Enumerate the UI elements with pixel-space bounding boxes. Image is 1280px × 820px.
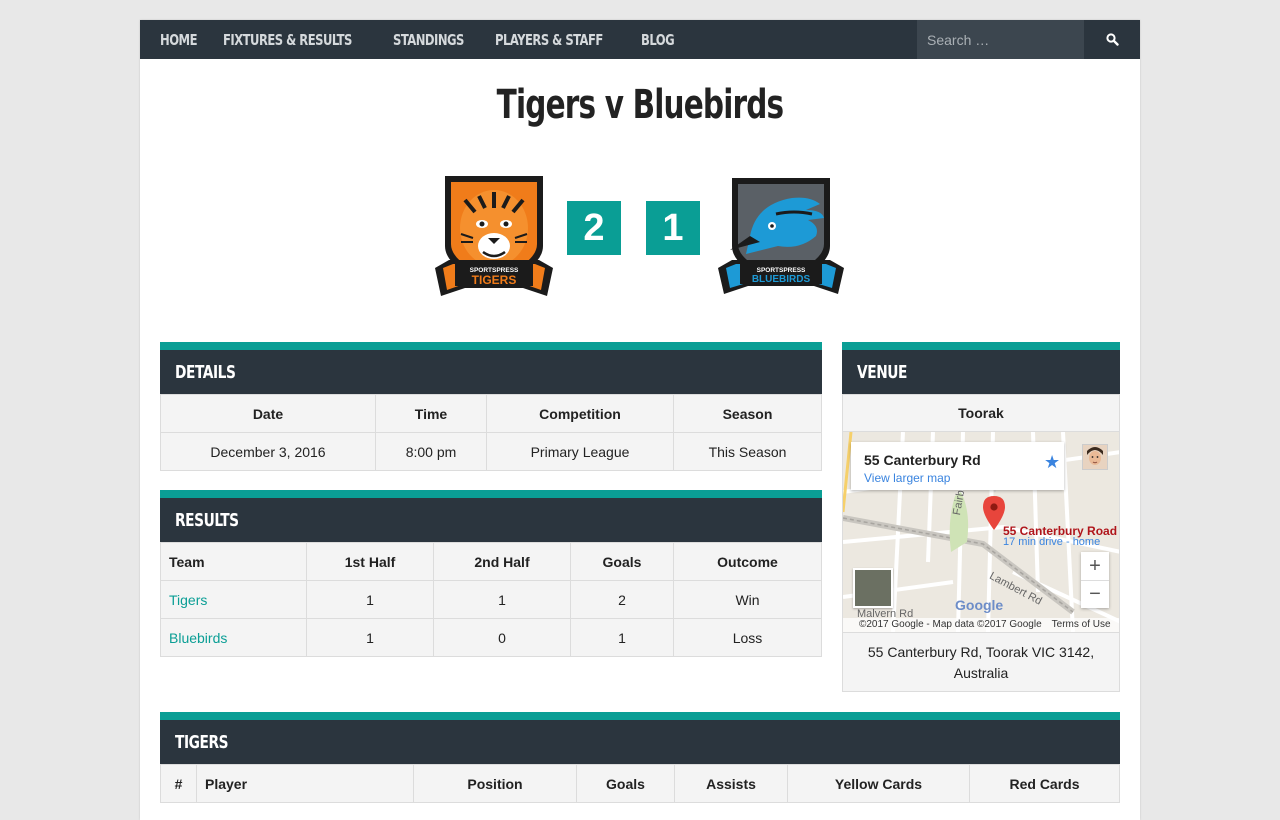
satellite-toggle[interactable]	[853, 568, 893, 608]
terms-of-use-link[interactable]: Terms of Use	[1052, 619, 1111, 630]
team-link-tigers[interactable]: Tigers	[169, 592, 207, 608]
results-outcome: Win	[673, 580, 822, 619]
bluebirds-logo-top-text: SPORTSPRESS	[757, 267, 806, 274]
map-pin-directions[interactable]: 17 min drive - home	[1003, 536, 1100, 548]
tigers-lineup-section: Tigers # Player Position Goals Assists Y…	[160, 712, 1120, 803]
results-row-tigers: Tigers 1 1 2 Win	[160, 580, 822, 619]
tigers-logo-name-text: TIGERS	[472, 273, 517, 287]
nav-item-standings[interactable]: Standings	[393, 31, 464, 49]
nav-menu: Home Fixtures & Results Standings Player…	[140, 20, 699, 59]
lineup-col-number: #	[160, 764, 197, 803]
nav-item-fixtures-results[interactable]: Fixtures & Results	[223, 31, 352, 49]
details-heading: Details	[160, 342, 822, 394]
details-row: December 3, 2016 8:00 pm Primary League …	[160, 432, 822, 471]
bluebirds-logo-name-text: BLUEBIRDS	[752, 274, 811, 285]
google-logo: Google	[955, 597, 1004, 613]
results-goals: 1	[570, 618, 674, 657]
details-heading-text: Details	[175, 361, 236, 383]
details-col-time: Time	[375, 394, 487, 433]
map-avatar[interactable]	[1082, 444, 1108, 470]
zoom-in-button[interactable]: +	[1081, 552, 1109, 580]
lineup-col-assists: Assists	[674, 764, 788, 803]
map-attribution: ©2017 Google - Map data ©2017 Google	[859, 619, 1042, 630]
results-2nd-half: 0	[433, 618, 571, 657]
zoom-out-button[interactable]: −	[1081, 580, 1109, 608]
away-score: 1	[646, 201, 700, 255]
venue-section: Venue Toorak	[842, 342, 1120, 692]
view-larger-map-link[interactable]: View larger map	[864, 471, 950, 485]
results-team-cell: Tigers	[160, 580, 307, 619]
bluebirds-logo[interactable]: SPORTSPRESS BLUEBIRDS	[716, 170, 846, 296]
results-col-1st-half: 1st Half	[306, 542, 434, 581]
tigers-logo[interactable]: SPORTSPRESS TIGERS	[435, 168, 553, 298]
results-row-bluebirds: Bluebirds 1 0 1 Loss	[160, 618, 822, 657]
nav-item-home[interactable]: Home	[160, 31, 198, 49]
results-table: Team 1st Half 2nd Half Goals Outcome Tig…	[160, 542, 822, 657]
map-pin-icon[interactable]	[983, 496, 1005, 530]
map-card-title: 55 Canterbury Rd	[864, 452, 981, 468]
bluebird-crest-icon: SPORTSPRESS BLUEBIRDS	[718, 178, 844, 294]
results-outcome: Loss	[673, 618, 822, 657]
details-col-season: Season	[673, 394, 822, 433]
event-title: Tigers v Bluebirds	[496, 82, 784, 128]
results-header-row: Team 1st Half 2nd Half Goals Outcome	[160, 542, 822, 581]
results-heading-text: Results	[175, 509, 239, 531]
details-competition: Primary League	[486, 432, 674, 471]
lineup-col-goals: Goals	[576, 764, 675, 803]
venue-address: 55 Canterbury Rd, Toorak VIC 3142, Austr…	[842, 632, 1120, 692]
results-2nd-half: 1	[433, 580, 571, 619]
lineup-col-red-cards: Red Cards	[969, 764, 1120, 803]
lineup-col-player: Player	[196, 764, 414, 803]
venue-heading-text: Venue	[857, 361, 908, 383]
details-season: This Season	[673, 432, 822, 471]
results-col-team: Team	[160, 542, 307, 581]
venue-name: Toorak	[842, 394, 1120, 432]
results-col-goals: Goals	[570, 542, 674, 581]
nav-search	[917, 20, 1140, 59]
details-header-row: Date Time Competition Season	[160, 394, 822, 433]
lineup-header-row: # Player Position Goals Assists Yellow C…	[160, 764, 1120, 803]
results-heading: Results	[160, 490, 822, 542]
details-time: 8:00 pm	[375, 432, 487, 471]
results-1st-half: 1	[306, 580, 434, 619]
team-link-bluebirds[interactable]: Bluebirds	[169, 630, 227, 646]
details-section: Details Date Time Competition Season Dec…	[160, 342, 822, 471]
results-team-cell: Bluebirds	[160, 618, 307, 657]
results-col-2nd-half: 2nd Half	[433, 542, 571, 581]
details-col-competition: Competition	[486, 394, 674, 433]
main-nav: Home Fixtures & Results Standings Player…	[140, 20, 1140, 59]
nav-item-players-staff[interactable]: Players & Staff	[495, 31, 603, 49]
venue-map[interactable]: Fairbairn Rd Lambert Rd Malvern Rd 55 Ca…	[842, 432, 1120, 632]
lineup-col-yellow-cards: Yellow Cards	[787, 764, 970, 803]
lineup-heading-text: Tigers	[175, 731, 229, 753]
save-star-icon[interactable]: ★	[1044, 452, 1060, 473]
nav-item-blog[interactable]: Blog	[641, 31, 675, 49]
search-input[interactable]	[917, 20, 1084, 59]
map-zoom-controls: + −	[1081, 552, 1109, 608]
results-1st-half: 1	[306, 618, 434, 657]
details-col-date: Date	[160, 394, 376, 433]
lineup-col-position: Position	[413, 764, 577, 803]
search-button[interactable]	[1084, 20, 1140, 59]
avatar-icon	[1083, 445, 1107, 469]
page: Home Fixtures & Results Standings Player…	[140, 20, 1140, 820]
map-footer: ©2017 Google - Map data ©2017 Google Term…	[843, 618, 1119, 632]
search-icon	[1105, 33, 1119, 46]
lineup-table: # Player Position Goals Assists Yellow C…	[160, 764, 1120, 803]
lineup-heading: Tigers	[160, 712, 1120, 764]
results-col-outcome: Outcome	[673, 542, 822, 581]
details-date: December 3, 2016	[160, 432, 376, 471]
home-score: 2	[567, 201, 621, 255]
results-section: Results Team 1st Half 2nd Half Goals Out…	[160, 490, 822, 657]
tiger-crest-icon: SPORTSPRESS TIGERS	[435, 176, 553, 296]
details-table: Date Time Competition Season December 3,…	[160, 394, 822, 471]
results-goals: 2	[570, 580, 674, 619]
map-info-card: 55 Canterbury Rd View larger map ★	[851, 442, 1064, 490]
venue-heading: Venue	[842, 342, 1120, 394]
